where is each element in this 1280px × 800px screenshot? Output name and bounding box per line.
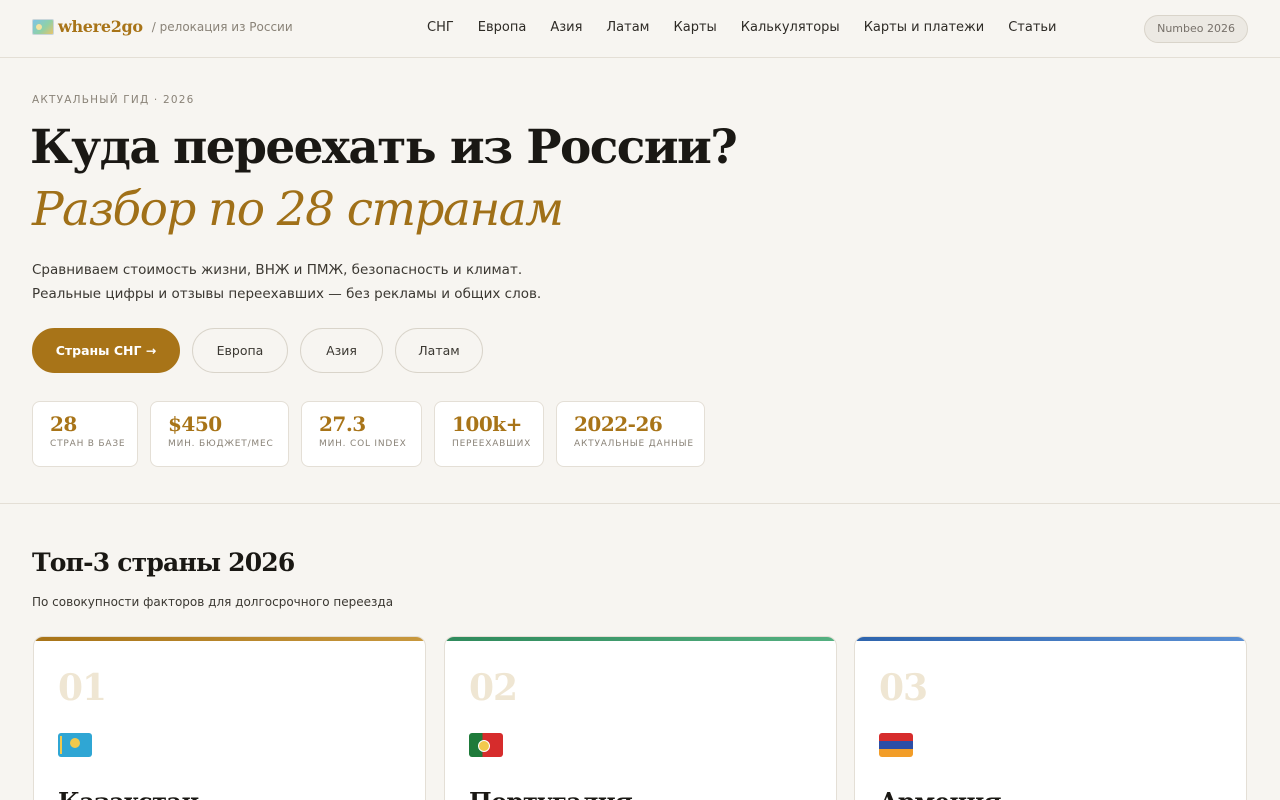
country-card-kazakhstan[interactable]: 01 Казахстан [33, 636, 426, 800]
nav-link-asia[interactable]: Азия [550, 20, 582, 35]
card-country-name: Казахстан [58, 787, 199, 800]
stat-value: 27.3 [319, 412, 366, 436]
nav-link-cards-payments[interactable]: Карты и платежи [864, 20, 985, 35]
nav-link-latam[interactable]: Латам [606, 20, 649, 35]
nav-link-europe[interactable]: Европа [478, 20, 527, 35]
card-accent-bar [445, 637, 836, 641]
section-divider [0, 503, 1280, 504]
stat-value: $450 [168, 412, 222, 436]
card-country-name: Армения [879, 787, 1002, 800]
card-rank: 01 [58, 667, 107, 709]
europe-button[interactable]: Европа [192, 328, 288, 373]
stat-label: ПЕРЕЕХАВШИХ [452, 439, 532, 449]
stat-card-data-years: 2022-26 АКТУАЛЬНЫЕ ДАННЫЕ [556, 401, 705, 467]
stat-card-countries: 28 СТРАН В БАЗЕ [32, 401, 138, 467]
stat-value: 100k+ [452, 412, 522, 436]
top3-subtitle: По совокупности факторов для долгосрочно… [32, 595, 394, 609]
card-rank: 02 [469, 667, 518, 709]
nav-link-calculators[interactable]: Калькуляторы [741, 20, 840, 35]
region-buttons: Страны СНГ → Европа Азия Латам [32, 328, 495, 373]
portugal-flag-icon [469, 733, 503, 757]
country-card-portugal[interactable]: 02 Португалия [444, 636, 837, 800]
card-rank: 03 [879, 667, 928, 709]
stat-card-relocated: 100k+ ПЕРЕЕХАВШИХ [434, 401, 544, 467]
nav-link-articles[interactable]: Статьи [1008, 20, 1056, 35]
hero-eyebrow: АКТУАЛЬНЫЙ ГИД · 2026 [32, 94, 195, 106]
latam-button[interactable]: Латам [395, 328, 483, 373]
stat-label: МИН. БЮДЖЕТ/МЕС [168, 439, 274, 449]
stat-value: 28 [50, 412, 77, 436]
top3-title: Топ-3 страны 2026 [32, 548, 295, 577]
hero-lead: Сравниваем стоимость жизни, ВНЖ и ПМЖ, б… [32, 262, 542, 302]
hero-title: Куда переехать из России? [30, 120, 738, 175]
numbeo-badge[interactable]: Numbeo 2026 [1144, 15, 1248, 43]
cis-countries-button[interactable]: Страны СНГ → [32, 328, 180, 373]
kazakhstan-flag-icon [58, 733, 92, 757]
site-logo[interactable]: where2go / релокация из России [32, 17, 293, 36]
asia-button[interactable]: Азия [300, 328, 383, 373]
nav-link-cis[interactable]: СНГ [427, 20, 454, 35]
card-accent-bar [855, 637, 1246, 641]
stat-label: МИН. COL INDEX [319, 439, 407, 449]
card-country-name: Португалия [469, 787, 633, 800]
logo-tagline: / релокация из России [151, 19, 293, 34]
site-header: where2go / релокация из России СНГ Европ… [0, 0, 1280, 58]
logo-image-icon [32, 18, 54, 35]
logo-text: where2go [58, 17, 143, 36]
stats-row: 28 СТРАН В БАЗЕ $450 МИН. БЮДЖЕТ/МЕС 27.… [32, 401, 717, 467]
nav-link-maps[interactable]: Карты [674, 20, 717, 35]
country-card-armenia[interactable]: 03 Армения [854, 636, 1247, 800]
hero-title-accent: Разбор по 28 странам [32, 182, 564, 237]
stat-card-min-budget: $450 МИН. БЮДЖЕТ/МЕС [150, 401, 289, 467]
stat-value: 2022-26 [574, 412, 663, 436]
stat-label: СТРАН В БАЗЕ [50, 439, 126, 449]
stat-label: АКТУАЛЬНЫЕ ДАННЫЕ [574, 439, 694, 449]
card-accent-bar [34, 637, 425, 641]
main-nav: СНГ Европа Азия Латам Карты Калькуляторы… [427, 20, 1081, 35]
stat-card-col-index: 27.3 МИН. COL INDEX [301, 401, 422, 467]
armenia-flag-icon [879, 733, 913, 757]
